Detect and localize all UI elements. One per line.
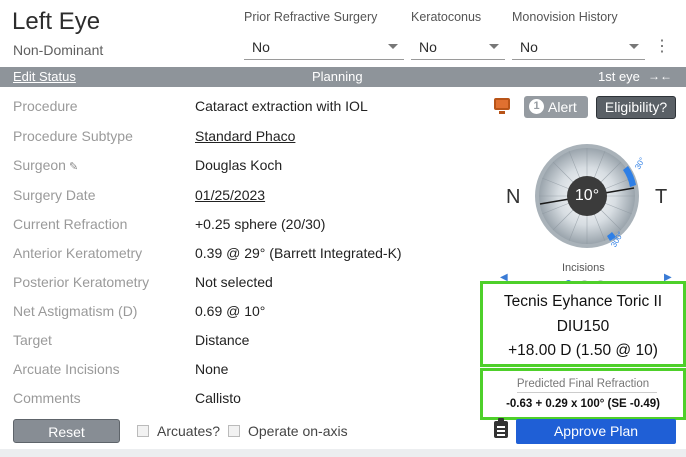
eligibility-button[interactable]: Eligibility? [596,96,676,119]
lens-selection-box[interactable]: Tecnis Eyhance Toric II DIU150 +18.00 D … [480,281,686,367]
predicted-refraction-label: Predicted Final Refraction [516,378,650,390]
pencil-icon[interactable]: ✎ [69,161,78,173]
edit-status-link[interactable]: Edit Status [13,69,76,84]
predicted-refraction-value: -0.63 + 0.29 x 100° (SE -0.49) [506,398,660,410]
lens-model: DIU150 [556,318,610,335]
target-value: Distance [195,332,250,348]
procedure-subtype-label: Procedure Subtype [13,128,133,144]
procedure-label: Procedure [13,98,78,114]
monovision-dropdown[interactable]: No [512,36,645,60]
current-refraction-label: Current Refraction [13,216,128,232]
dominance-subtitle: Non-Dominant [13,42,104,58]
surgeon-label-text: Surgeon [13,157,66,173]
incisions-label: Incisions [562,262,605,274]
chevron-down-icon [388,44,398,49]
prior-refractive-dropdown[interactable]: No [244,36,404,60]
net-astigmatism-value: 0.69 @ 10° [195,303,266,319]
monovision-label: Monovision History [512,10,618,24]
monitor-icon[interactable] [494,98,510,114]
comments-value: Callisto [195,390,241,406]
target-label: Target [13,332,52,348]
surgery-date-label: Surgery Date [13,187,96,203]
eye-title: Left Eye [12,8,101,35]
prior-refractive-label: Prior Refractive Surgery [244,10,378,24]
arcuates-checkbox[interactable] [137,425,149,437]
procedure-value: Cataract extraction with IOL [195,98,368,114]
current-refraction-value: +0.25 sphere (20/30) [195,216,326,232]
status-bar: Edit Status Planning 1st eye →← [0,67,686,87]
status-text: Planning [312,69,363,84]
monovision-value: No [520,39,538,55]
arcuate-incisions-value: None [195,361,229,377]
posterior-keratometry-label: Posterior Keratometry [13,274,150,290]
footer-strip [0,449,686,457]
prior-refractive-value: No [252,39,270,55]
swap-eyes-icon[interactable]: →← [648,69,672,83]
surgeon-value: Douglas Koch [195,157,283,173]
clipboard-icon[interactable] [494,418,508,438]
axis-readout: 10° [574,187,600,204]
procedure-subtype-link[interactable]: Standard Phaco [195,128,295,144]
keratoconus-value: No [419,39,437,55]
predicted-refraction-box: Predicted Final Refraction -0.63 + 0.29 … [480,368,686,420]
chevron-down-icon [629,44,639,49]
posterior-keratometry-value: Not selected [195,274,273,290]
arcuate-incisions-label: Arcuate Incisions [13,361,120,377]
keratoconus-dropdown[interactable]: No [411,36,505,60]
divider [517,392,657,393]
temporal-label: T [655,186,668,208]
reset-button[interactable]: Reset [13,419,120,443]
alert-count-badge: 1 [529,99,544,114]
lens-power: +18.00 D (1.50 @ 10) [508,342,658,359]
anterior-keratometry-value: 0.39 @ 29° (Barrett Integrated-K) [195,245,402,261]
approve-plan-button[interactable]: Approve Plan [516,419,676,444]
keratoconus-label: Keratoconus [411,10,482,24]
arcuates-label: Arcuates? [157,423,221,439]
eye-order-text: 1st eye [598,69,640,84]
chevron-down-icon [489,44,499,49]
alert-button-label: Alert [548,99,577,115]
surgery-date-link[interactable]: 01/25/2023 [195,187,265,203]
operate-on-axis-label: Operate on-axis [248,423,348,439]
comments-label: Comments [13,390,81,406]
lens-name: Tecnis Eyhance Toric II [503,293,663,310]
nasal-label: N [506,186,521,208]
more-options-icon[interactable]: ⋮ [654,39,670,55]
net-astigmatism-label: Net Astigmatism (D) [13,303,138,319]
alert-button[interactable]: 1 Alert [524,96,588,118]
anterior-keratometry-label: Anterior Keratometry [13,245,143,261]
surgeon-label: Surgeon ✎ [13,157,78,173]
operate-on-axis-checkbox[interactable] [228,425,240,437]
